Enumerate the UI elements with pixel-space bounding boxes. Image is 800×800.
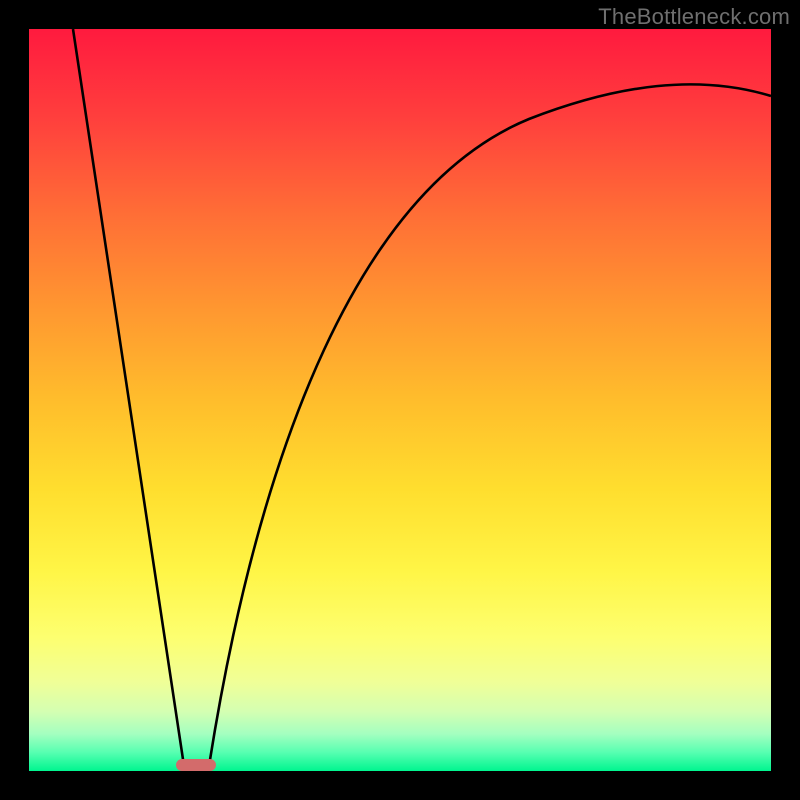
- bottleneck-curve: [73, 29, 771, 768]
- chart-frame: TheBottleneck.com: [0, 0, 800, 800]
- optimal-marker: [176, 759, 216, 771]
- watermark-text: TheBottleneck.com: [598, 4, 790, 30]
- plot-area: [29, 29, 771, 771]
- curve-layer: [29, 29, 771, 771]
